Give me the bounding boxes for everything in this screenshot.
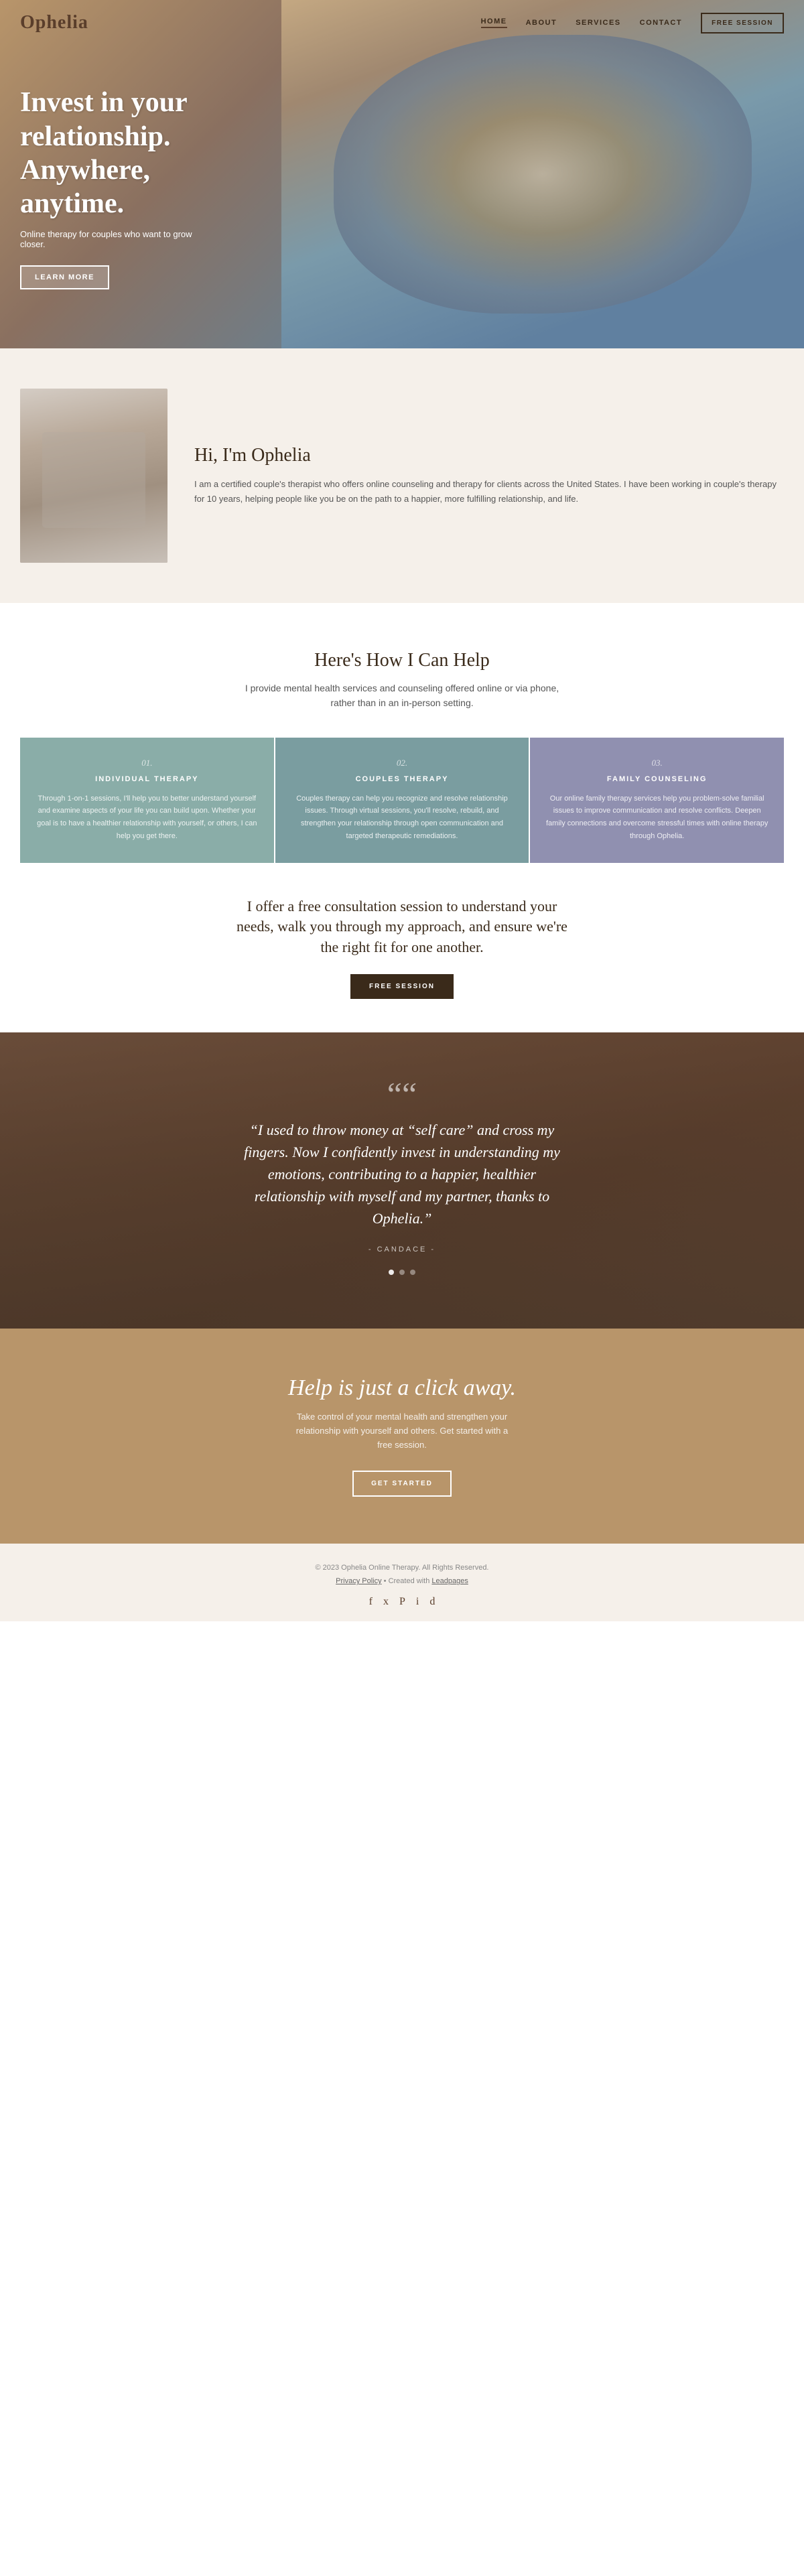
nav-links: HOME ABOUT SERVICES CONTACT FREE SESSION [481, 13, 784, 33]
services-title: Here's How I Can Help [20, 650, 784, 671]
cta-title: Help is just a click away. [20, 1375, 784, 1401]
service-body-2: Couples therapy can help you recognize a… [289, 793, 516, 843]
footer-copy: © 2023 Ophelia Online Therapy. All Right… [20, 1564, 784, 1572]
service-num-2: 02. [289, 758, 516, 768]
services-section: Here's How I Can Help I provide mental h… [0, 603, 804, 1032]
nav-about[interactable]: ABOUT [526, 19, 557, 27]
free-session-button[interactable]: FREE SESSION [350, 974, 454, 999]
testimonial-text: “I used to throw money at “self care” an… [241, 1119, 563, 1229]
service-name-3: FAMILY COUNSELING [543, 775, 770, 783]
service-num-3: 03. [543, 758, 770, 768]
facebook-icon[interactable]: f [369, 1596, 373, 1608]
nav-logo[interactable]: Ophelia [20, 12, 88, 33]
about-body: I am a certified couple's therapist who … [194, 477, 784, 506]
hero-section: Invest in your relationship. Anywhere, a… [0, 0, 804, 348]
hero-title: Invest in your relationship. Anywhere, a… [20, 86, 248, 221]
twitter-x-icon[interactable]: x [383, 1596, 389, 1608]
tiktok-icon[interactable]: d [429, 1596, 435, 1608]
nav-home[interactable]: HOME [481, 17, 507, 28]
service-num-1: 01. [34, 758, 261, 768]
service-card-individual: 01. INDIVIDUAL THERAPY Through 1-on-1 se… [20, 738, 274, 863]
hero-subtitle: Online therapy for couples who want to g… [20, 229, 208, 249]
get-started-button[interactable]: GET STARTED [352, 1471, 452, 1497]
footer-separator: • Created with [384, 1577, 432, 1585]
service-name-2: COUPLES THERAPY [289, 775, 516, 783]
about-image [20, 389, 168, 563]
quote-icon: ““ [20, 1086, 784, 1103]
service-body-3: Our online family therapy services help … [543, 793, 770, 843]
leadpages-link[interactable]: Leadpages [431, 1577, 468, 1585]
service-body-1: Through 1-on-1 sessions, I'll help you t… [34, 793, 261, 843]
dot-1[interactable] [389, 1270, 394, 1275]
testimonial-author: - CANDACE - [20, 1245, 784, 1253]
footer-social: f x P i d [20, 1596, 784, 1608]
cta-section: Help is just a click away. Take control … [0, 1329, 804, 1544]
about-text: Hi, I'm Ophelia I am a certified couple'… [194, 445, 784, 506]
testimonial-dots [20, 1270, 784, 1275]
nav-free-session-button[interactable]: FREE SESSION [701, 13, 784, 33]
privacy-policy-link[interactable]: Privacy Policy [336, 1577, 381, 1585]
about-title: Hi, I'm Ophelia [194, 445, 784, 466]
hero-content: Invest in your relationship. Anywhere, a… [0, 0, 804, 348]
dot-2[interactable] [399, 1270, 405, 1275]
service-name-1: INDIVIDUAL THERAPY [34, 775, 261, 783]
about-section: Hi, I'm Ophelia I am a certified couple'… [0, 348, 804, 603]
cta-subtitle: Take control of your mental health and s… [288, 1410, 516, 1452]
services-desc: I provide mental health services and cou… [241, 681, 563, 711]
testimonial-content: ““ “I used to throw money at “self care”… [20, 1086, 784, 1275]
footer-links: Privacy Policy • Created with Leadpages [20, 1577, 784, 1585]
instagram-icon[interactable]: i [416, 1596, 419, 1608]
service-card-couples: 02. COUPLES THERAPY Couples therapy can … [275, 738, 529, 863]
footer: © 2023 Ophelia Online Therapy. All Right… [0, 1544, 804, 1621]
services-cards: 01. INDIVIDUAL THERAPY Through 1-on-1 se… [20, 738, 784, 863]
dot-3[interactable] [410, 1270, 415, 1275]
testimonial-section: ““ “I used to throw money at “self care”… [0, 1032, 804, 1329]
service-card-family: 03. FAMILY COUNSELING Our online family … [530, 738, 784, 863]
navigation: Ophelia HOME ABOUT SERVICES CONTACT FREE… [0, 0, 804, 46]
nav-services[interactable]: SERVICES [576, 19, 620, 27]
nav-contact[interactable]: CONTACT [640, 19, 682, 27]
hero-learn-more-button[interactable]: LEARN MORE [20, 265, 109, 289]
consult-text: I offer a free consultation session to u… [234, 896, 570, 958]
pinterest-icon[interactable]: P [399, 1596, 405, 1608]
